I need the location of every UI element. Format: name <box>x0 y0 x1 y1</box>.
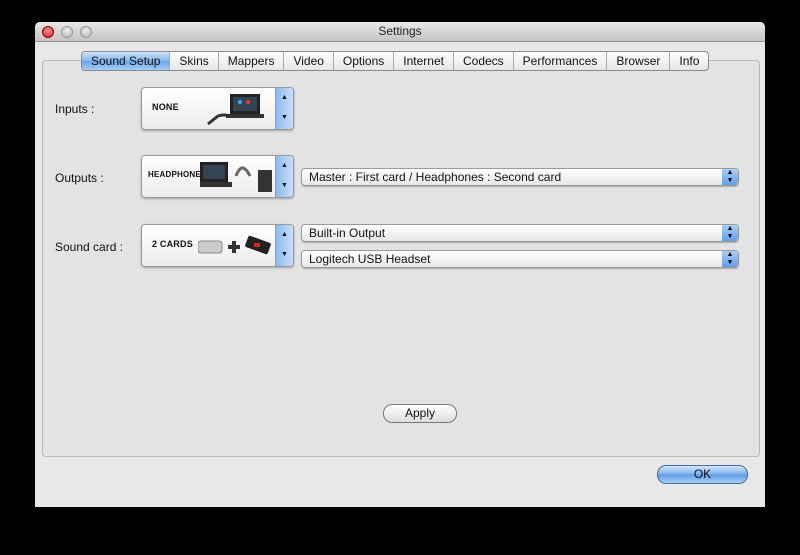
tab-info[interactable]: Info <box>670 52 708 70</box>
tab-performances[interactable]: Performances <box>514 52 608 70</box>
window-title: Settings <box>378 24 422 38</box>
inputs-label: Inputs : <box>55 102 95 116</box>
inputs-selection: NONE <box>152 102 179 112</box>
card2-popup[interactable]: Logitech USB Headset ▲ ▼ <box>301 250 739 268</box>
outputs-stepper[interactable]: ▲ ▼ <box>275 156 293 197</box>
outputs-selector[interactable]: HEADPHONES ▲ ▼ <box>141 155 294 198</box>
laptop-headphones-speaker-icon <box>200 162 272 192</box>
tab-video[interactable]: Video <box>284 52 334 70</box>
outputs-label: Outputs : <box>55 171 104 185</box>
popup-arrows-icon: ▲ ▼ <box>722 225 738 241</box>
tab-codecs[interactable]: Codecs <box>454 52 514 70</box>
sound-card-selection: 2 CARDS <box>152 239 193 249</box>
apply-button[interactable]: Apply <box>383 404 457 423</box>
outputs-selection: HEADPHONES <box>148 170 207 179</box>
tab-skins[interactable]: Skins <box>170 52 219 70</box>
minimize-button[interactable] <box>61 26 73 38</box>
popup-arrows-icon: ▲ ▼ <box>722 169 738 185</box>
tab-browser[interactable]: Browser <box>607 52 671 70</box>
popup-arrows-icon: ▲ ▼ <box>722 251 738 267</box>
inputs-selector[interactable]: NONE ▲ ▼ <box>141 87 294 130</box>
sound-card-selector[interactable]: 2 CARDS ▲ ▼ <box>141 224 294 267</box>
ok-button[interactable]: OK <box>657 465 748 484</box>
laptop-mic-icon <box>207 94 264 126</box>
outputs-routing-popup[interactable]: Master : First card / Headphones : Secon… <box>301 168 739 186</box>
tab-bar: Sound Setup Skins Mappers Video Options … <box>81 51 710 71</box>
zoom-button[interactable] <box>80 26 92 38</box>
inputs-stepper[interactable]: ▲ ▼ <box>275 88 293 129</box>
card1-value: Built-in Output <box>309 226 386 240</box>
settings-window: Settings Sound Setup Skins Mappers Video… <box>35 22 765 507</box>
outputs-routing-value: Master : First card / Headphones : Secon… <box>309 170 562 184</box>
title-bar: Settings <box>35 22 765 42</box>
tab-sound-setup[interactable]: Sound Setup <box>82 52 171 70</box>
card2-value: Logitech USB Headset <box>309 252 431 266</box>
sound-card-stepper[interactable]: ▲ ▼ <box>275 225 293 266</box>
tab-options[interactable]: Options <box>334 52 395 70</box>
tab-mappers[interactable]: Mappers <box>219 52 285 70</box>
close-button[interactable] <box>42 26 54 38</box>
sound-card-label: Sound card : <box>55 240 124 254</box>
two-cards-icon <box>198 235 271 255</box>
card1-popup[interactable]: Built-in Output ▲ ▼ <box>301 224 739 242</box>
tab-internet[interactable]: Internet <box>394 52 454 70</box>
